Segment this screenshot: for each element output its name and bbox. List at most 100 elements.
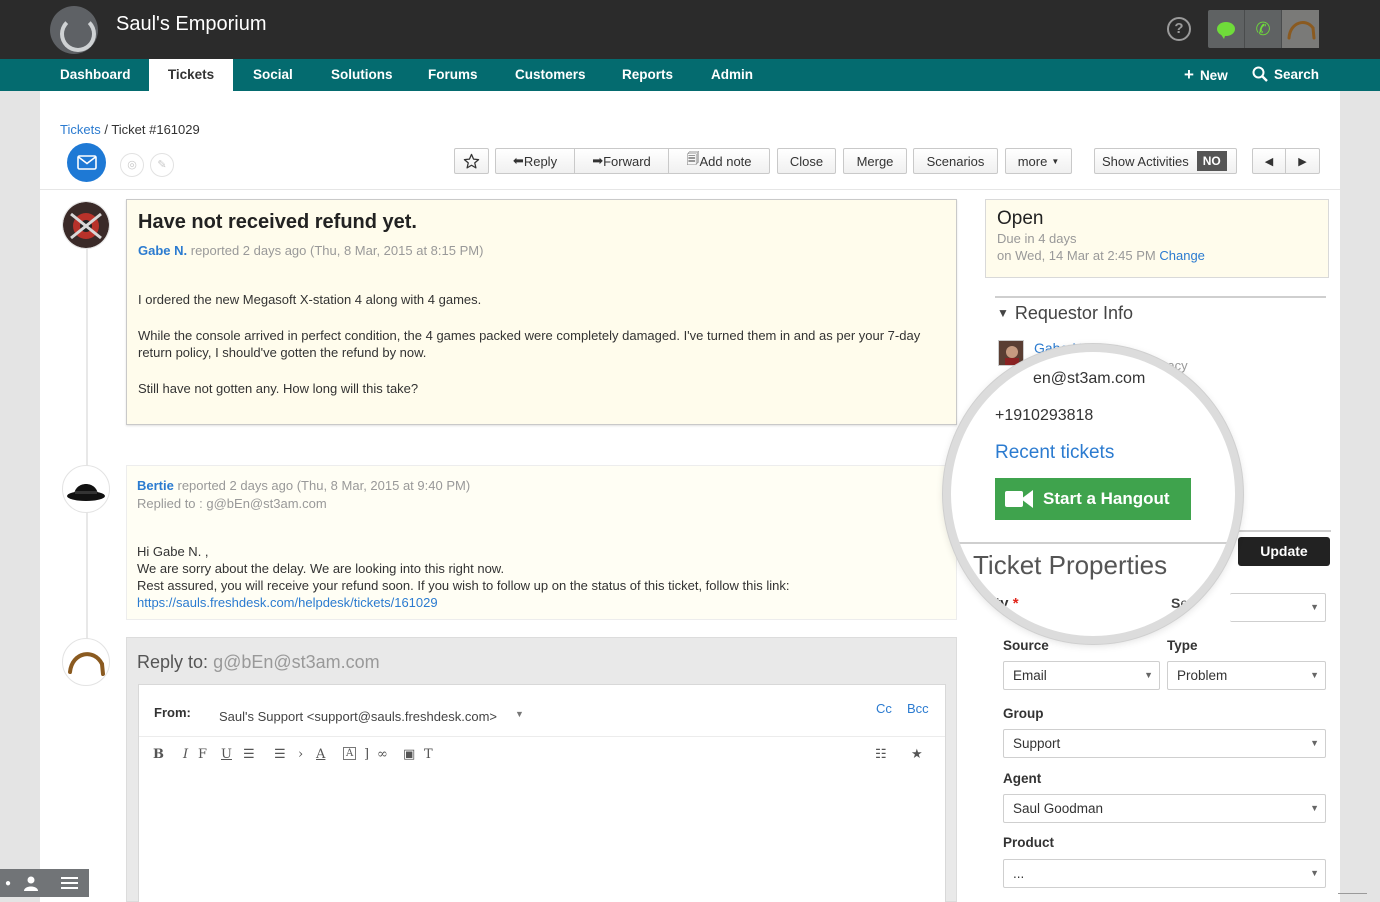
next-ticket-button[interactable]: ▶ xyxy=(1286,149,1319,173)
replied-to: Replied to : g@bEn@st3am.com xyxy=(137,496,327,511)
gabe-avatar-icon xyxy=(63,202,109,248)
nav-forums[interactable]: Forums xyxy=(409,59,497,91)
recent-tickets-link[interactable]: Recent tickets xyxy=(995,442,1114,464)
ticket-status: Open xyxy=(997,208,1044,229)
requester-link[interactable]: Gabe N. xyxy=(138,243,187,258)
contact-button[interactable] xyxy=(16,869,46,897)
solution-article-icon[interactable]: ★ xyxy=(911,747,923,762)
nav-dashboard[interactable]: Dashboard xyxy=(41,59,150,91)
source-select[interactable]: Email ▼ xyxy=(1003,661,1160,690)
phone-button[interactable]: ✆ xyxy=(1245,10,1282,48)
status-fragment-b: en xyxy=(1180,595,1196,611)
bcc-link[interactable]: Bcc xyxy=(907,701,929,716)
add-note-button[interactable]: 🗐 Add note xyxy=(669,149,769,173)
note-icon: 🗐 xyxy=(686,151,700,166)
cane-icon xyxy=(68,652,105,676)
group-value: Support xyxy=(1013,736,1061,751)
reply-to-header: Reply to: g@bEn@st3am.com xyxy=(137,652,380,673)
underline-icon[interactable]: U xyxy=(221,747,232,762)
reply-editor[interactable]: From: Saul's Support <support@sauls.fres… xyxy=(138,684,946,902)
reply-label: Reply xyxy=(523,153,558,169)
nav-reports[interactable]: Reports xyxy=(603,59,692,91)
resize-handle[interactable] xyxy=(1338,893,1367,894)
code-icon[interactable]: ] xyxy=(364,747,369,762)
type-label: Type xyxy=(1167,638,1198,653)
link-icon[interactable]: ∞ xyxy=(377,747,388,762)
bold-icon[interactable]: B xyxy=(153,747,164,762)
type-select[interactable]: Problem ▼ xyxy=(1167,661,1326,690)
breadcrumb-tickets-link[interactable]: Tickets xyxy=(60,122,101,137)
priority-fragment: ity xyxy=(991,595,1009,612)
agent-response: Bertie reported 2 days ago (Thu, 8 Mar, … xyxy=(126,465,957,620)
response-line: We are sorry about the delay. We are loo… xyxy=(137,561,505,576)
freshdesk-logo-icon[interactable] xyxy=(50,6,98,54)
caret-down-icon: ▼ xyxy=(1310,602,1319,612)
menu-icon xyxy=(60,877,78,889)
forward-arrow-icon: ➡ xyxy=(592,153,604,168)
edit-icon[interactable]: ✎ xyxy=(150,153,174,177)
cc-link[interactable]: Cc xyxy=(876,701,892,716)
update-button[interactable]: Update xyxy=(1238,537,1330,566)
type-value: Problem xyxy=(1177,668,1228,683)
due-date-text: on Wed, 14 Mar at 2:45 PM xyxy=(997,248,1156,263)
italic-icon[interactable]: I xyxy=(183,747,188,762)
star-button[interactable] xyxy=(454,148,489,174)
image-icon[interactable]: ▣ xyxy=(403,747,415,762)
required-asterisk: * xyxy=(1012,595,1019,612)
agent-select[interactable]: Saul Goodman ▼ xyxy=(1003,794,1326,823)
new-button[interactable]: + New xyxy=(1184,59,1228,91)
star-icon xyxy=(463,153,480,169)
requestor-info-header[interactable]: ▼ Requestor Info xyxy=(997,303,1133,324)
close-ticket-button[interactable]: Close xyxy=(777,148,836,174)
start-hangout-button[interactable]: Start a Hangout xyxy=(995,478,1191,520)
more-dropdown[interactable]: more ▼ xyxy=(1005,148,1072,174)
nav-customers[interactable]: Customers xyxy=(496,59,605,91)
font-icon[interactable]: F xyxy=(198,747,207,762)
top-bar: Saul's Emporium ? ✆ xyxy=(0,0,1380,59)
scenarios-button[interactable]: Scenarios xyxy=(913,148,998,174)
chat-button[interactable] xyxy=(1208,10,1245,48)
bullet-list-icon[interactable]: ☰ xyxy=(243,747,255,762)
breadcrumb: Tickets / Ticket #161029 xyxy=(60,122,200,137)
change-due-link[interactable]: Change xyxy=(1159,248,1205,263)
agent-value: Saul Goodman xyxy=(1013,801,1104,816)
view-icon[interactable]: ◎ xyxy=(120,153,144,177)
agent-link[interactable]: Bertie xyxy=(137,478,174,493)
merge-button[interactable]: Merge xyxy=(843,148,907,174)
nav-solutions[interactable]: Solutions xyxy=(312,59,412,91)
from-select[interactable]: Saul's Support <support@sauls.freshdesk.… xyxy=(219,709,497,724)
nav-tickets[interactable]: Tickets xyxy=(149,59,233,91)
dot-button[interactable]: ● xyxy=(0,869,16,897)
background-color-icon[interactable]: A xyxy=(343,747,357,760)
previous-ticket-button[interactable]: ◀ xyxy=(1253,149,1286,173)
properties-divider xyxy=(1238,530,1331,532)
ticket-meta: Gabe N. reported 2 days ago (Thu, 8 Mar,… xyxy=(138,243,483,258)
menu-button[interactable] xyxy=(54,869,84,897)
text-color-icon[interactable]: A xyxy=(316,747,325,762)
canned-response-icon[interactable]: ☷ xyxy=(875,747,887,762)
numbered-list-icon[interactable]: ☰ xyxy=(274,747,286,762)
nav-social[interactable]: Social xyxy=(234,59,312,91)
bowler-hat-icon xyxy=(67,484,105,501)
reply-composer: Reply to: g@bEn@st3am.com From: Saul's S… xyxy=(126,637,957,902)
status-select[interactable]: ▼ xyxy=(1230,593,1326,622)
search-button[interactable]: Search xyxy=(1252,59,1319,91)
show-activities-toggle[interactable]: Show Activities NO xyxy=(1094,148,1237,174)
caret-down-icon[interactable]: ▼ xyxy=(515,709,524,719)
ticket-body-line: return policy, I should've gotten the re… xyxy=(138,345,427,360)
group-select[interactable]: Support ▼ xyxy=(1003,729,1326,758)
source-value: Email xyxy=(1013,668,1047,683)
indent-icon[interactable]: › xyxy=(298,747,303,762)
forward-button[interactable]: ➡ Forward xyxy=(575,149,669,173)
help-icon[interactable]: ? xyxy=(1167,17,1191,41)
clear-format-icon[interactable]: T xyxy=(424,747,433,762)
nav-admin[interactable]: Admin xyxy=(692,59,772,91)
product-select[interactable]: ... ▼ xyxy=(1003,859,1326,888)
source-label: Source xyxy=(1003,638,1049,653)
search-label: Search xyxy=(1274,67,1320,82)
agent-avatar-button[interactable] xyxy=(1282,10,1319,48)
response-line: Hi Gabe N. , xyxy=(137,544,209,559)
reply-button[interactable]: ⬅ Reply xyxy=(496,149,575,173)
chevron-left-icon: ◀ xyxy=(1264,155,1274,168)
ticket-link[interactable]: https://sauls.freshdesk.com/helpdesk/tic… xyxy=(137,594,438,611)
